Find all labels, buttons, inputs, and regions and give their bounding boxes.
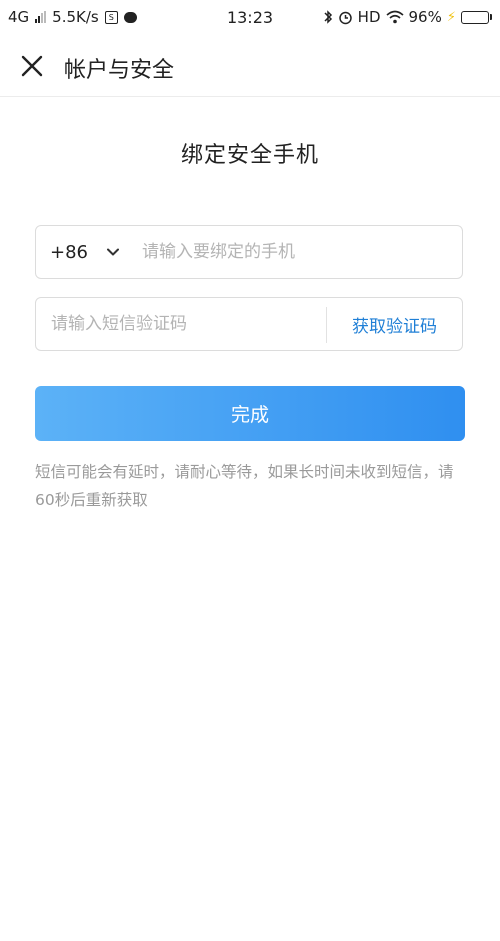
- sms-code-input[interactable]: [51, 298, 326, 350]
- charging-icon: ⚡: [446, 9, 456, 25]
- page-title: 帐户与安全: [64, 58, 175, 83]
- country-code: +86: [50, 241, 88, 263]
- country-code-selector[interactable]: +86: [50, 226, 120, 278]
- status-right: HD 96% ⚡: [323, 8, 492, 26]
- section-heading: 绑定安全手机: [180, 143, 319, 168]
- close-icon[interactable]: [18, 52, 46, 80]
- phone-number-input[interactable]: [142, 226, 452, 278]
- bluetooth-icon: [324, 10, 332, 24]
- wifi-icon: [385, 10, 404, 24]
- battery-icon: [461, 10, 492, 24]
- chevron-down-icon: [107, 248, 119, 256]
- status-bar: 4G 5.5K/s S 13:23 HD 96% ⚡: [0, 0, 500, 36]
- done-button[interactable]: 完成: [35, 386, 465, 441]
- hd-indicator: HD: [357, 8, 381, 26]
- sms-delay-hint: 短信可能会有延时，请耐心等待，如果长时间未收到短信，请60秒后重新获取: [35, 463, 454, 509]
- sms-code-field: 获取验证码: [35, 297, 463, 351]
- get-code-button[interactable]: 获取验证码: [327, 298, 462, 350]
- alarm-icon: [338, 11, 352, 24]
- phone-field: +86: [35, 225, 463, 279]
- battery-percent: 96%: [408, 8, 442, 26]
- nav-bar: 帐户与安全: [0, 36, 500, 97]
